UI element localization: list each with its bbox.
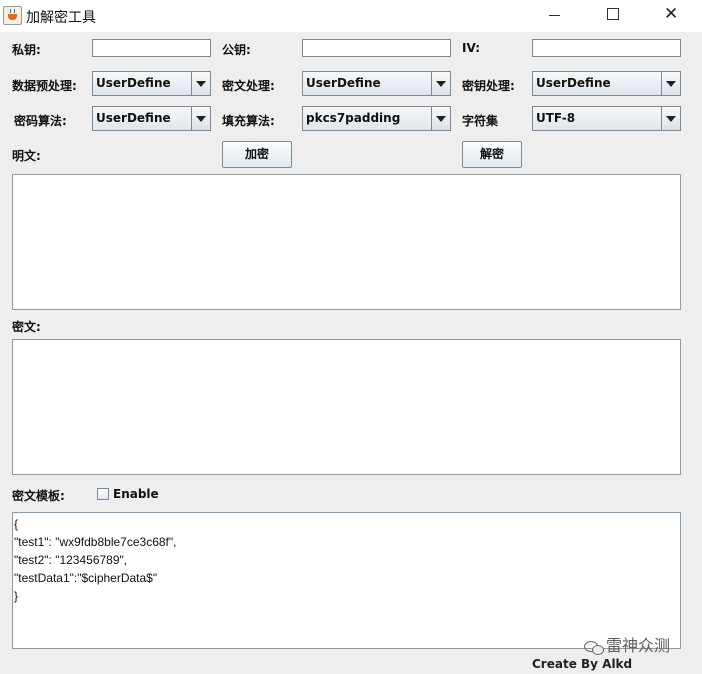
key-process-combo[interactable]: UserDefine [532, 71, 681, 96]
ciphertext-area[interactable] [12, 339, 681, 475]
iv-field[interactable] [532, 39, 681, 57]
iv-label: IV: [462, 41, 481, 55]
minimize-button[interactable] [526, 0, 584, 30]
template-line: "testData1":"$cipherData$" [14, 571, 158, 585]
template-area[interactable]: { "test1": "wx9fdb8ble7ce3c68f", "test2"… [12, 512, 681, 649]
algorithm-label: 密码算法: [14, 114, 67, 128]
ciphertext-label: 密文: [12, 320, 41, 334]
key-process-label: 密钥处理: [462, 79, 515, 93]
public-key-field[interactable] [302, 39, 451, 57]
wechat-icon [584, 640, 606, 655]
padding-combo[interactable]: pkcs7padding [302, 106, 451, 131]
template-line: "test1": "wx9fdb8ble7ce3c68f", [14, 535, 177, 549]
watermark-text: 雷神众测 [606, 636, 671, 655]
cipher-process-value: UserDefine [306, 76, 381, 90]
template-line: } [14, 589, 19, 603]
padding-value: pkcs7padding [306, 111, 401, 125]
padding-label: 填充算法: [222, 114, 275, 128]
template-line: "test2": "123456789", [14, 553, 128, 567]
template-enable-label[interactable]: Enable [113, 487, 159, 501]
public-key-label: 公钥: [222, 43, 251, 57]
algorithm-value: UserDefine [96, 111, 171, 125]
key-process-value: UserDefine [536, 76, 611, 90]
chevron-down-icon[interactable] [431, 107, 450, 130]
data-preprocess-label: 数据预处理: [12, 79, 77, 93]
title-bar: 加解密工具 ✕ [0, 0, 702, 32]
template-line: { [14, 517, 19, 531]
chevron-down-icon[interactable] [191, 72, 210, 95]
minimize-icon [549, 15, 560, 16]
java-cup-icon [3, 6, 22, 25]
chevron-down-icon[interactable] [431, 72, 450, 95]
watermark: 雷神众测 [584, 632, 670, 656]
encrypt-button[interactable]: 加密 [222, 141, 292, 168]
cipher-process-combo[interactable]: UserDefine [302, 71, 451, 96]
charset-label: 字符集 [462, 114, 499, 128]
charset-value: UTF-8 [536, 111, 576, 125]
template-enable-checkbox[interactable] [97, 488, 109, 500]
cipher-process-label: 密文处理: [222, 79, 275, 93]
algorithm-combo[interactable]: UserDefine [92, 106, 211, 131]
template-text: { "test1": "wx9fdb8ble7ce3c68f", "test2"… [14, 515, 176, 605]
template-label: 密文模板: [12, 489, 65, 503]
private-key-field[interactable] [92, 39, 211, 57]
plaintext-label: 明文: [12, 149, 41, 163]
plaintext-area[interactable] [12, 174, 681, 310]
maximize-icon [607, 8, 619, 20]
decrypt-button[interactable]: 解密 [462, 141, 522, 168]
close-icon: ✕ [664, 4, 679, 24]
credit-text: Create By Alkd [532, 657, 633, 671]
chevron-down-icon[interactable] [661, 107, 680, 130]
close-button[interactable]: ✕ [642, 0, 700, 30]
data-preprocess-combo[interactable]: UserDefine [92, 71, 211, 96]
chevron-down-icon[interactable] [191, 107, 210, 130]
chevron-down-icon[interactable] [661, 72, 680, 95]
window-title: 加解密工具 [26, 10, 96, 26]
maximize-button[interactable] [584, 0, 642, 30]
charset-combo[interactable]: UTF-8 [532, 106, 681, 131]
data-preprocess-value: UserDefine [96, 76, 171, 90]
private-key-label: 私钥: [12, 43, 41, 57]
